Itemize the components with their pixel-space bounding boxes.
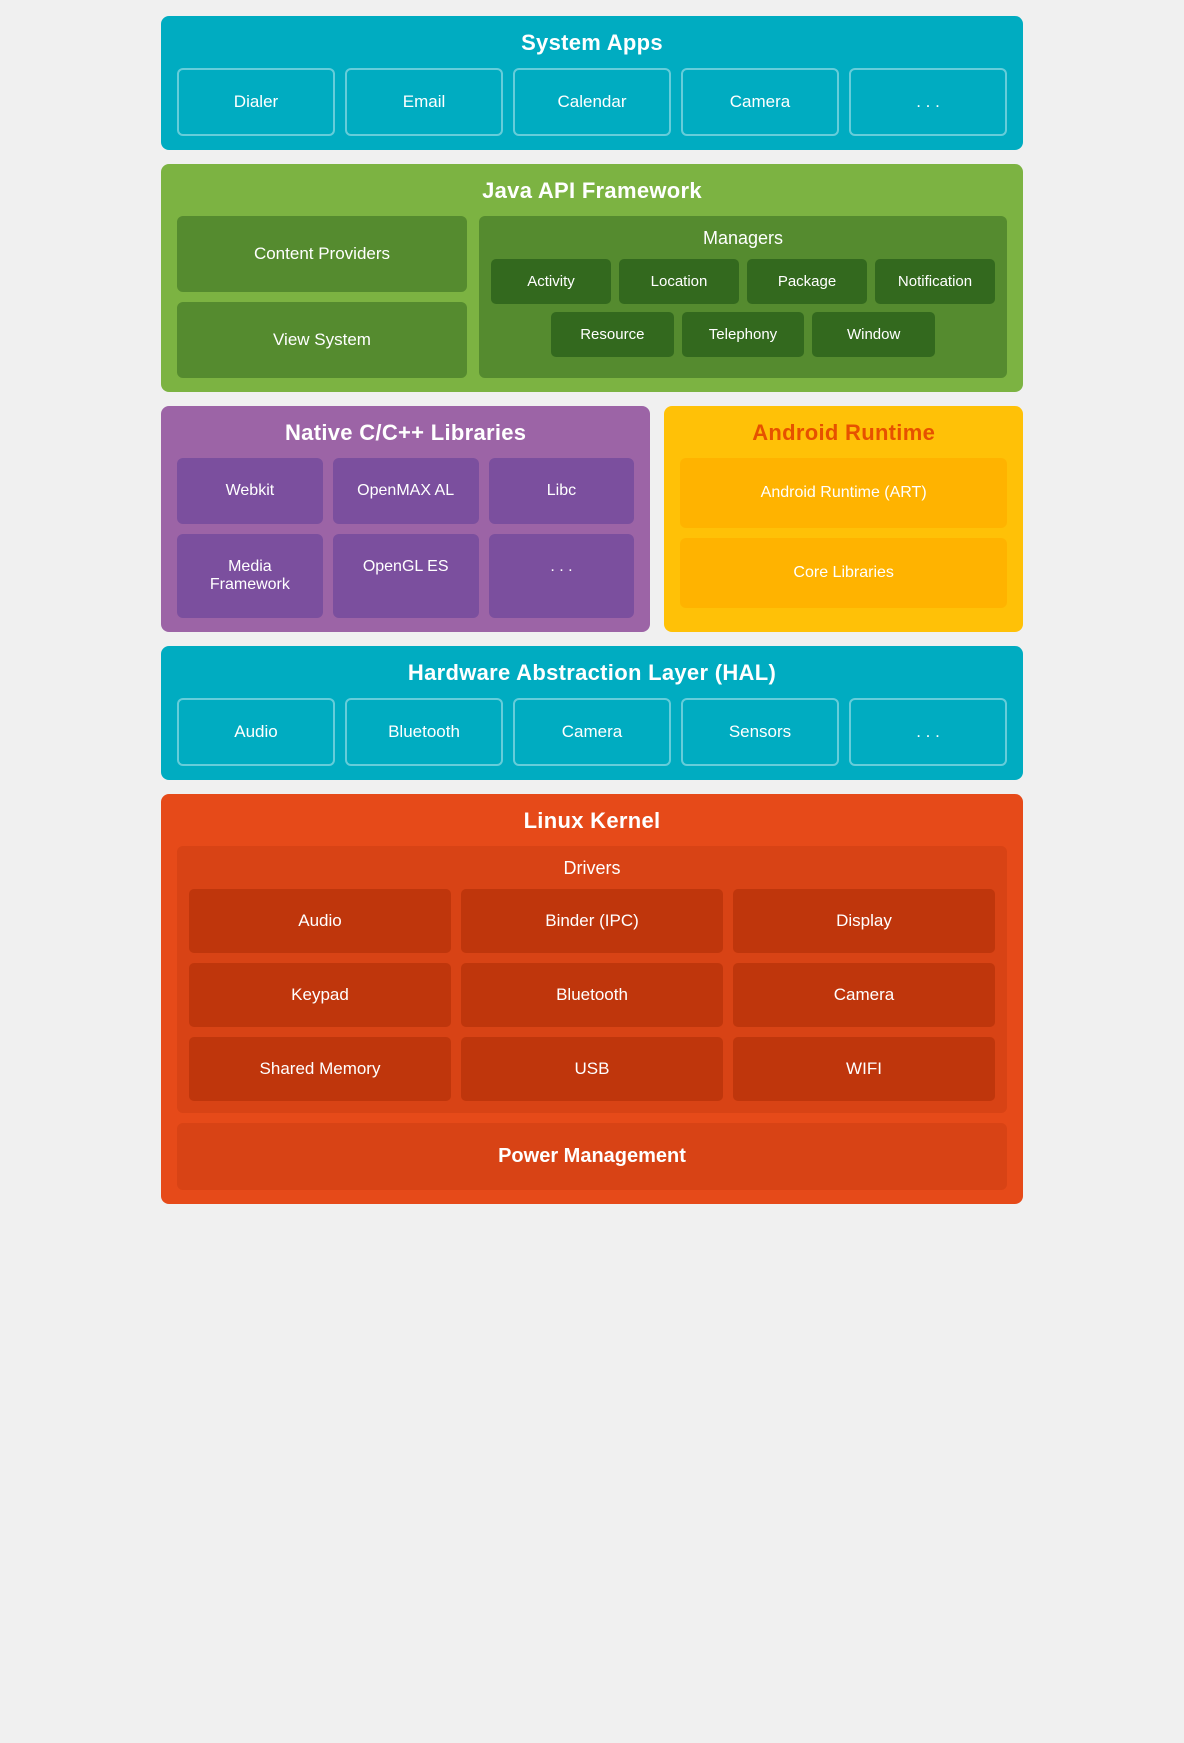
list-item: Keypad <box>189 963 451 1027</box>
system-apps-layer: System Apps Dialer Email Calendar Camera… <box>161 16 1023 150</box>
list-item: Sensors <box>681 698 839 766</box>
list-item: Email <box>345 68 503 136</box>
list-item: Dialer <box>177 68 335 136</box>
drivers-box: Drivers Audio Binder (IPC) Display Keypa… <box>177 846 1007 1113</box>
list-item: OpenGL ES <box>333 534 479 618</box>
list-item: . . . <box>849 68 1007 136</box>
system-apps-title: System Apps <box>177 30 1007 56</box>
list-item: Audio <box>189 889 451 953</box>
managers-box: Managers Activity Location Package Notif… <box>479 216 1007 378</box>
java-api-layer: Java API Framework Content Providers Vie… <box>161 164 1023 392</box>
managers-title: Managers <box>491 228 995 249</box>
java-api-title: Java API Framework <box>177 178 1007 204</box>
list-item: Bluetooth <box>345 698 503 766</box>
list-item: Audio <box>177 698 335 766</box>
list-item: Webkit <box>177 458 323 524</box>
android-runtime-layer: Android Runtime Android Runtime (ART) Co… <box>664 406 1023 632</box>
managers-row1: Activity Location Package Notification <box>491 259 995 304</box>
list-item: OpenMAX AL <box>333 458 479 524</box>
list-item: Notification <box>875 259 995 304</box>
list-item: Display <box>733 889 995 953</box>
android-runtime-title: Android Runtime <box>680 420 1007 446</box>
java-api-left: Content Providers View System <box>177 216 467 378</box>
managers-row2: Resource Telephony Window <box>491 312 995 357</box>
linux-kernel-layer: Linux Kernel Drivers Audio Binder (IPC) … <box>161 794 1023 1204</box>
list-item: Package <box>747 259 867 304</box>
linux-kernel-title: Linux Kernel <box>177 808 1007 834</box>
drivers-title: Drivers <box>189 858 995 879</box>
list-item: Window <box>812 312 935 357</box>
view-system-card: View System <box>177 302 467 378</box>
list-item: Shared Memory <box>189 1037 451 1101</box>
list-item: USB <box>461 1037 723 1101</box>
art-card: Android Runtime (ART) <box>680 458 1007 528</box>
content-providers-card: Content Providers <box>177 216 467 292</box>
hal-title: Hardware Abstraction Layer (HAL) <box>177 660 1007 686</box>
list-item: Resource <box>551 312 674 357</box>
list-item: Camera <box>513 698 671 766</box>
hal-cards: Audio Bluetooth Camera Sensors . . . <box>177 698 1007 766</box>
list-item: Location <box>619 259 739 304</box>
list-item: Telephony <box>682 312 805 357</box>
list-item: . . . <box>489 534 635 618</box>
list-item: . . . <box>849 698 1007 766</box>
native-libs-title: Native C/C++ Libraries <box>177 420 634 446</box>
list-item: Calendar <box>513 68 671 136</box>
system-apps-cards: Dialer Email Calendar Camera . . . <box>177 68 1007 136</box>
core-libraries-card: Core Libraries <box>680 538 1007 608</box>
list-item: Media Framework <box>177 534 323 618</box>
list-item: Camera <box>733 963 995 1027</box>
list-item: Libc <box>489 458 635 524</box>
native-libs-grid: Webkit OpenMAX AL Libc Media Framework O… <box>177 458 634 618</box>
native-runtime-row: Native C/C++ Libraries Webkit OpenMAX AL… <box>161 406 1023 632</box>
list-item: Camera <box>681 68 839 136</box>
java-api-inner: Content Providers View System Managers A… <box>177 216 1007 378</box>
list-item: Binder (IPC) <box>461 889 723 953</box>
native-libs-layer: Native C/C++ Libraries Webkit OpenMAX AL… <box>161 406 650 632</box>
list-item: Bluetooth <box>461 963 723 1027</box>
list-item: WIFI <box>733 1037 995 1101</box>
power-management-card: Power Management <box>177 1123 1007 1190</box>
list-item: Activity <box>491 259 611 304</box>
hal-layer: Hardware Abstraction Layer (HAL) Audio B… <box>161 646 1023 780</box>
drivers-grid: Audio Binder (IPC) Display Keypad Blueto… <box>189 889 995 1101</box>
